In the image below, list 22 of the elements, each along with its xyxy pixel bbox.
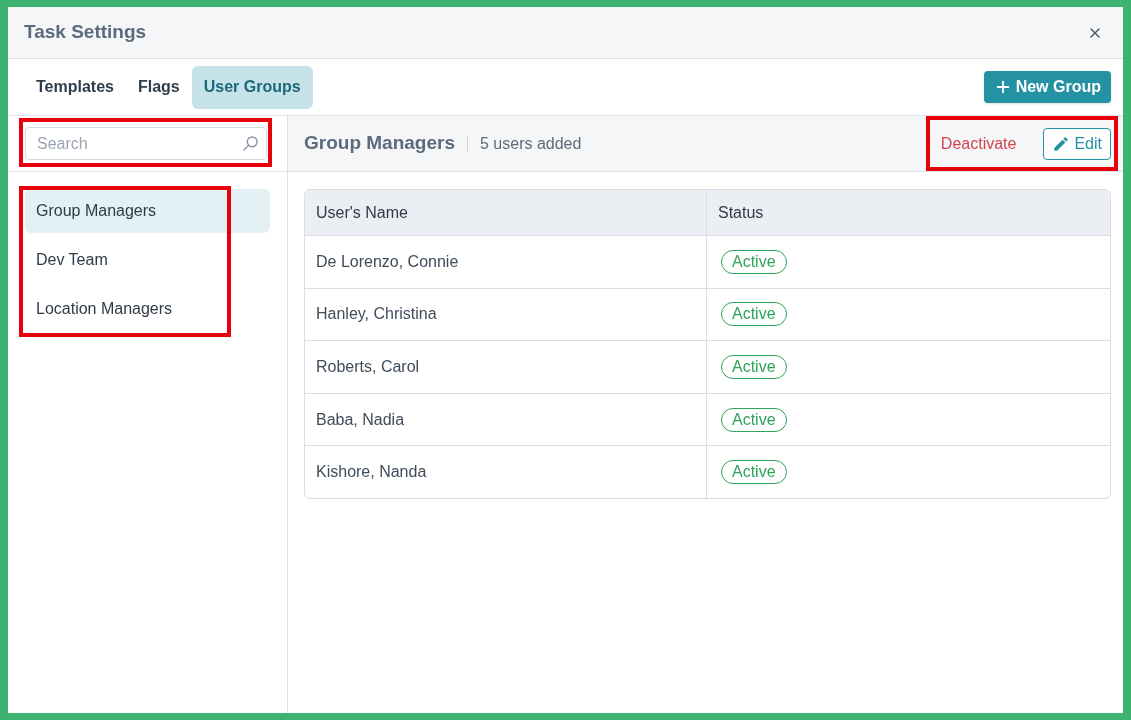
group-list-item[interactable]: Location Managers	[25, 287, 270, 331]
column-header: Status	[717, 202, 765, 223]
table-cell: Baba, Nadia	[305, 393, 707, 446]
table-cell: Roberts, Carol	[305, 341, 707, 393]
search-icon	[243, 136, 258, 151]
pencil-icon	[1052, 134, 1071, 153]
column-header: User's Name	[305, 190, 707, 235]
user-count: 5 users added	[480, 133, 582, 154]
group-list-item[interactable]: Dev Team	[25, 238, 270, 282]
tab[interactable]: User Groups	[191, 65, 313, 109]
edit-button[interactable]: Edit	[1043, 127, 1111, 160]
search-field[interactable]: Search	[25, 127, 267, 160]
group-list-item[interactable]: Group Managers	[25, 189, 270, 233]
window-title: Task Settings	[24, 20, 147, 45]
tab[interactable]: Templates	[24, 65, 126, 109]
table-cell: Hanley, Christina	[305, 288, 707, 341]
new-group-button[interactable]: New Group	[983, 71, 1111, 103]
tab[interactable]: Flags	[125, 65, 192, 109]
group-title: Group Managers	[304, 131, 455, 156]
table-cell: Kishore, Nanda	[305, 446, 707, 498]
deactivate-link[interactable]: Deactivate	[940, 131, 1017, 156]
table-cell: De Lorenzo, Connie	[305, 236, 707, 288]
